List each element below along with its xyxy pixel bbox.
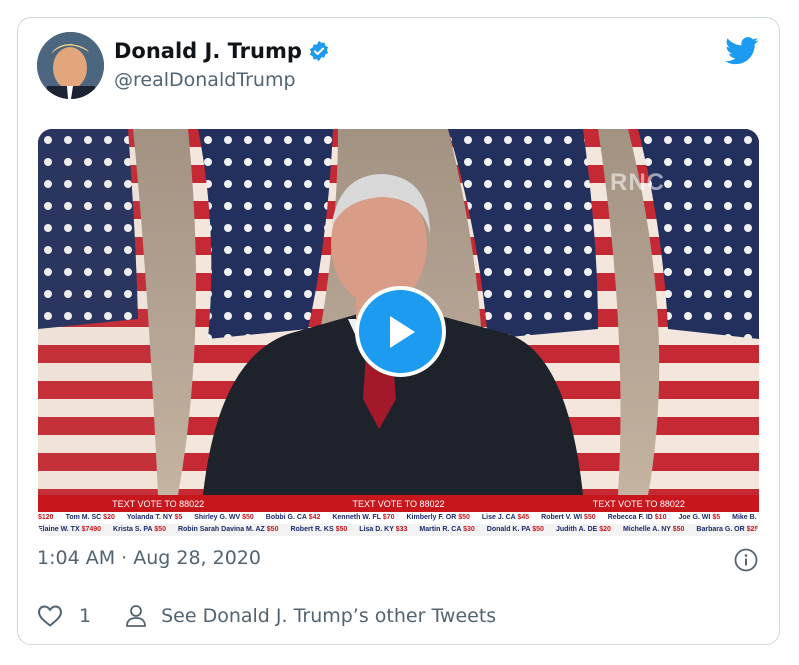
ticker-donor-entry: Elaine W. TX $7490 [38,526,101,533]
ticker-donor-name: Robert V. WI [541,514,583,521]
ticker-donor-entry: Michelle A. NY $50 [623,526,684,533]
ticker-donor-name: Lisa D. KY [359,526,394,533]
ticker-donor-name: Kimberly F. OR [406,514,457,521]
ticker-donor-entry: Martin R. CA $30 [419,526,474,533]
ticker-donor-entry: Lise J. CA $45 [482,514,529,521]
ticker-headline: TEXT VOTE TO 88022 [112,498,205,509]
ticker-donor-amount: $20 [101,514,115,521]
ticker-donor-amount: $42 [306,514,321,521]
ticker-donor-amount: $50 [670,526,685,533]
ticker-donor-amount: $45 [515,514,530,521]
ticker-donor-amount: $7490 [79,526,102,533]
ticker-donor-entry: Krista S. PA $50 [113,526,166,533]
ticker-donor-amount: $50 [530,526,544,533]
ticker-donor-entry: Lisa D. KY $33 [359,526,407,533]
ticker-donor-entry: Shirley G. WV $50 [194,514,254,521]
ticker-donor-amount: $10 [652,514,667,521]
ticker-donor-name: Joe G. WI [678,514,711,521]
ticker-donor-name: Shirley G. WV [194,514,241,521]
ticker-donor-amount: $50 [264,526,279,533]
ticker-donor-name: Michelle A. NY [622,526,671,533]
ticker-donor-amount: $120 [38,514,54,521]
ticker-donor-name: Mike B. NC [732,514,759,521]
ticker-donor-name: Donald K. PA [486,526,531,533]
rnc-watermark: RNC [610,169,665,196]
ticker-donor-amount: $50 [333,526,348,533]
ticker-donor-entry: Rebecca F. ID $10 [608,514,667,521]
ticker-donor-name: Yolanda T. NY [126,514,173,521]
ticker-donor-amount: $30 [461,526,475,533]
ticker-donor-amount: $50 [456,514,470,521]
ticker-donor-entry: $120 [38,514,54,521]
ticker-donor-entry: Robert R. KS $50 [290,526,347,533]
ticker-donor-entry: Bobbi G. CA $42 [266,514,321,521]
ticker-donor-name: Robert R. KS [290,526,334,533]
ticker-donor-entry: Barbara G. OR $25 [696,526,758,533]
ticker-donor-name: Barbara G. OR [696,526,745,533]
avatar[interactable] [37,32,104,99]
ticker-donor-entry: Donald K. PA $50 [487,526,544,533]
ticker-donor-name: Elaine W. TX [38,526,80,533]
ticker-donor-entry: Joe G. WI $5 [678,514,720,521]
ticker-donor-name: Robin Sarah Davina M. AZ [177,526,265,533]
video-media[interactable]: RNC TEXT VOTE TO 88022 TEXT VOTE TO 8802… [38,129,759,536]
ticker-donor-name: Bobbi G. CA [265,514,307,521]
avatar-image [37,32,104,99]
ticker-donor-name: Krista S. PA [113,526,153,533]
ticker-donor-amount: $20 [597,526,611,533]
ticker-donor-name: Judith A. DE [555,526,598,533]
info-icon[interactable] [734,548,758,572]
heart-icon[interactable] [37,604,63,628]
ticker-donor-entry: Kenneth W. FL $70 [332,514,394,521]
ticker-donor-entry: Robin Sarah Davina M. AZ $50 [178,526,279,533]
ticker-donor-amount: $33 [393,526,408,533]
ticker-donor-entry: Mike B. NC $15 [732,514,759,521]
tweet-timestamp[interactable]: 1:04 AM · Aug 28, 2020 [37,547,261,569]
ticker-donor-entry: Judith A. DE $20 [556,526,611,533]
ticker-donor-entry: Kimberly F. OR $50 [406,514,469,521]
ticker-donor-amount: $5 [710,514,721,521]
ticker-donor-name: Kenneth W. FL [332,514,381,521]
verified-badge-icon [309,40,328,62]
ticker-donor-name: Martin R. CA [419,526,462,533]
play-icon [389,315,415,348]
play-button[interactable] [355,286,446,377]
ticker-donor-row: $120 Tom M. SC $20 Yolanda T. NY $5 Shirley… [38,512,759,524]
ticker-donor-entry: Tom M. SC $20 [66,514,115,521]
person-icon[interactable] [125,604,147,628]
ticker-donor-name: Lise J. CA [481,514,516,521]
ticker-donor-name: Rebecca F. ID [607,514,653,521]
handle[interactable]: @realDonaldTrump [114,69,296,91]
ticker-headline-bar: TEXT VOTE TO 88022 TEXT VOTE TO 88022 TE… [38,495,759,512]
ticker-donor-amount: $5 [172,514,183,521]
ticker-headline: TEXT VOTE TO 88022 [592,498,685,509]
ticker-donor-amount: $50 [240,514,254,521]
ticker-headline: TEXT VOTE TO 88022 [352,498,445,509]
ticker-donor-amount: $50 [582,514,596,521]
display-name[interactable]: Donald J. Trump [114,39,330,63]
ticker-donor-amount: $25 [744,526,759,533]
tweet-actions: 1 See Donald J. Trump’s other Tweets [37,604,496,628]
like-count[interactable]: 1 [79,605,91,627]
ticker-donor-entry: Yolanda T. NY $5 [127,514,182,521]
display-name-text: Donald J. Trump [114,39,302,63]
twitter-bird-icon[interactable] [725,37,759,65]
ticker-donor-entry: Robert V. WI $50 [541,514,596,521]
ticker-donor-name: Tom M. SC [65,514,102,521]
ticker-donor-amount: $50 [152,526,166,533]
see-other-tweets-link[interactable]: See Donald J. Trump’s other Tweets [161,605,496,627]
ticker-donor-row: Elaine W. TX $7490 Krista S. PA $50 Robin … [38,524,759,536]
ticker-donor-amount: $70 [380,514,395,521]
